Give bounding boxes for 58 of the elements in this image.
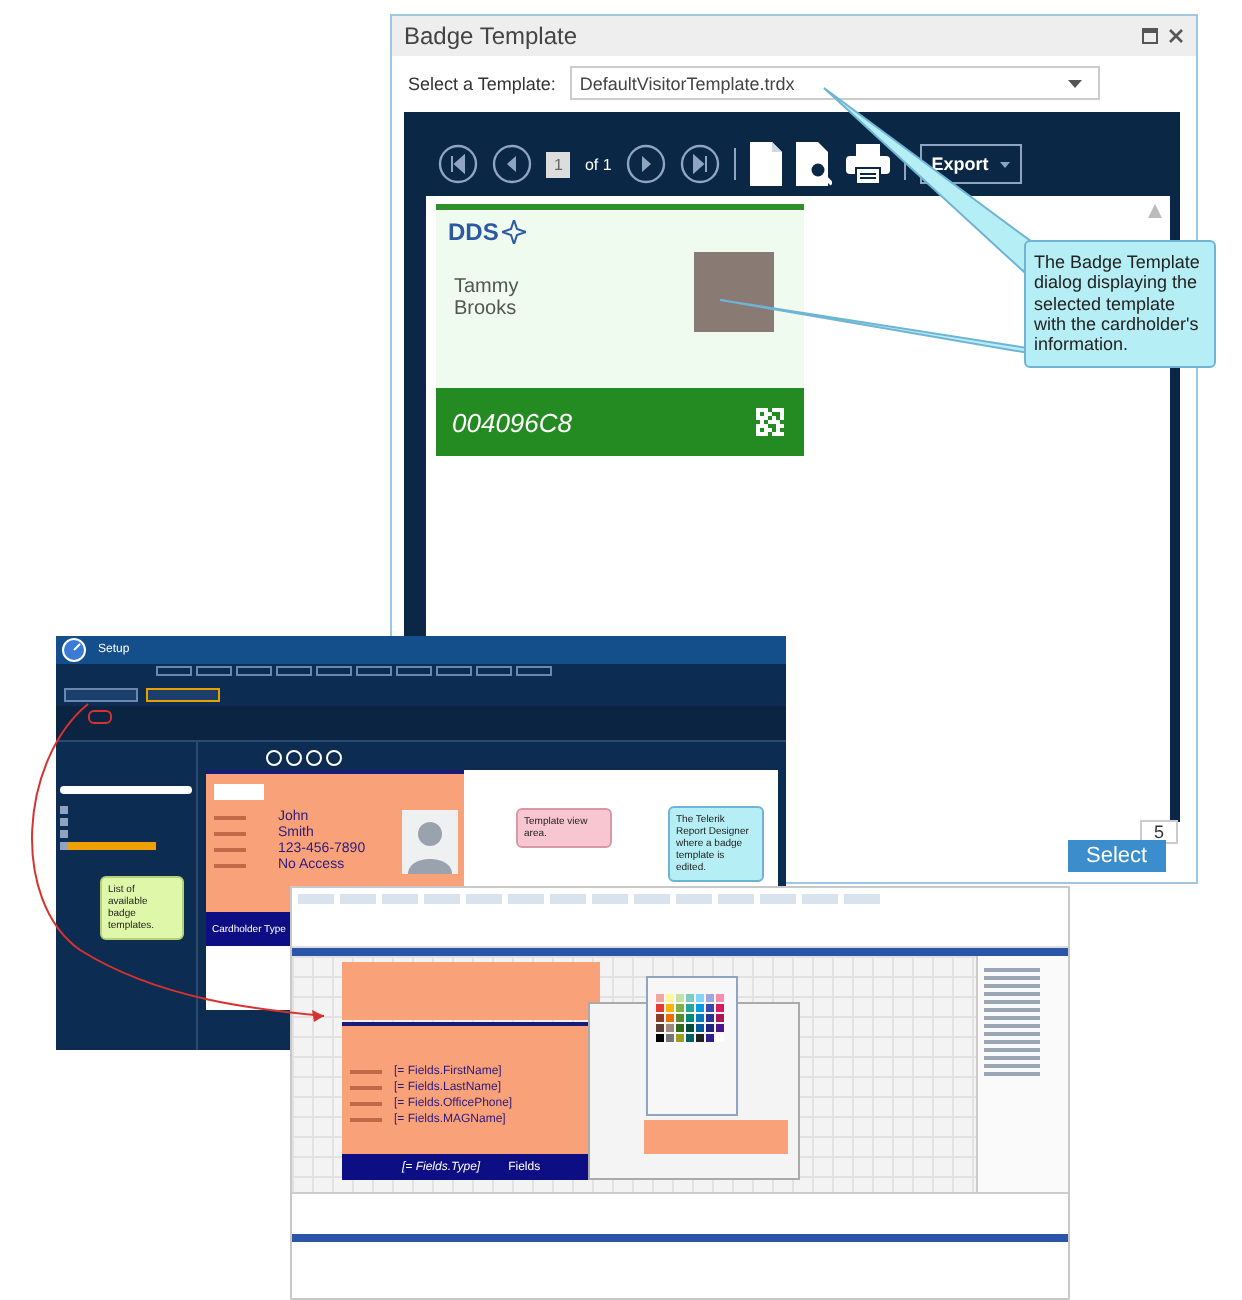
photo-placeholder (694, 252, 774, 332)
menu-tab[interactable] (436, 666, 472, 676)
document-icon[interactable] (749, 142, 782, 186)
previous-page-icon[interactable] (492, 144, 532, 184)
first-name: Tammy (454, 276, 519, 298)
menu-tab[interactable] (156, 666, 192, 676)
logo-text: DDS (448, 218, 499, 246)
print-preview-icon[interactable] (795, 142, 832, 186)
menu-tab[interactable] (356, 666, 392, 676)
menu-tab[interactable] (236, 666, 272, 676)
app-logo-icon (62, 638, 86, 662)
ribbon-icon[interactable] (760, 894, 796, 904)
tab[interactable] (64, 688, 138, 702)
ribbon-icon[interactable] (550, 894, 586, 904)
page-count: of 1 (584, 155, 612, 173)
ribbon-icon[interactable] (634, 894, 670, 904)
card-number: 004096C8 (452, 407, 572, 437)
template-dropdown[interactable]: DefaultVisitorTemplate.trdx (569, 66, 1100, 100)
window-title: Badge Template (404, 22, 578, 50)
ribbon-icon[interactable] (424, 894, 460, 904)
caret-icon (1000, 161, 1011, 167)
qr-code-icon (756, 408, 784, 436)
page-number-field[interactable]: 1 (546, 151, 571, 177)
sample-swatch (644, 1120, 788, 1154)
last-page-icon[interactable] (679, 144, 720, 184)
last-name: Brooks (454, 298, 519, 320)
maximize-icon[interactable] (1142, 28, 1158, 44)
printer-icon[interactable] (845, 144, 890, 184)
callout-text: The Badge Template dialog displaying the selected template with the cardholder's information. (1034, 252, 1200, 355)
first-page-icon[interactable] (438, 144, 478, 184)
menu-tab[interactable] (516, 666, 552, 676)
ribbon-icon[interactable] (676, 894, 712, 904)
menu-tab[interactable] (276, 666, 312, 676)
ribbon-icon[interactable] (802, 894, 838, 904)
search-field[interactable] (60, 786, 192, 794)
next-page-icon[interactable] (625, 144, 666, 184)
ribbon-icon[interactable] (298, 894, 334, 904)
ribbon-icon[interactable] (340, 894, 376, 904)
caret-icon (1068, 79, 1082, 87)
tab[interactable] (146, 688, 220, 702)
close-icon[interactable] (1168, 28, 1184, 44)
ribbon-icon[interactable] (718, 894, 754, 904)
person-silhouette-icon (402, 810, 458, 874)
star-icon (502, 220, 527, 244)
ribbon-icon[interactable] (466, 894, 502, 904)
menu-tab[interactable] (396, 666, 432, 676)
menu-tab[interactable] (316, 666, 352, 676)
ribbon-icon[interactable] (844, 894, 880, 904)
menu-tab[interactable] (476, 666, 512, 676)
menu-tab[interactable] (196, 666, 232, 676)
edit-button[interactable] (88, 710, 112, 724)
scroll-up-icon (1148, 204, 1162, 218)
select-button[interactable]: Select (1068, 840, 1166, 872)
color-palette-drawing (656, 994, 724, 1042)
ribbon-icon[interactable] (382, 894, 418, 904)
ribbon-icon[interactable] (508, 894, 544, 904)
template-label: Select a Template: (408, 73, 556, 93)
ribbon-icon[interactable] (592, 894, 628, 904)
